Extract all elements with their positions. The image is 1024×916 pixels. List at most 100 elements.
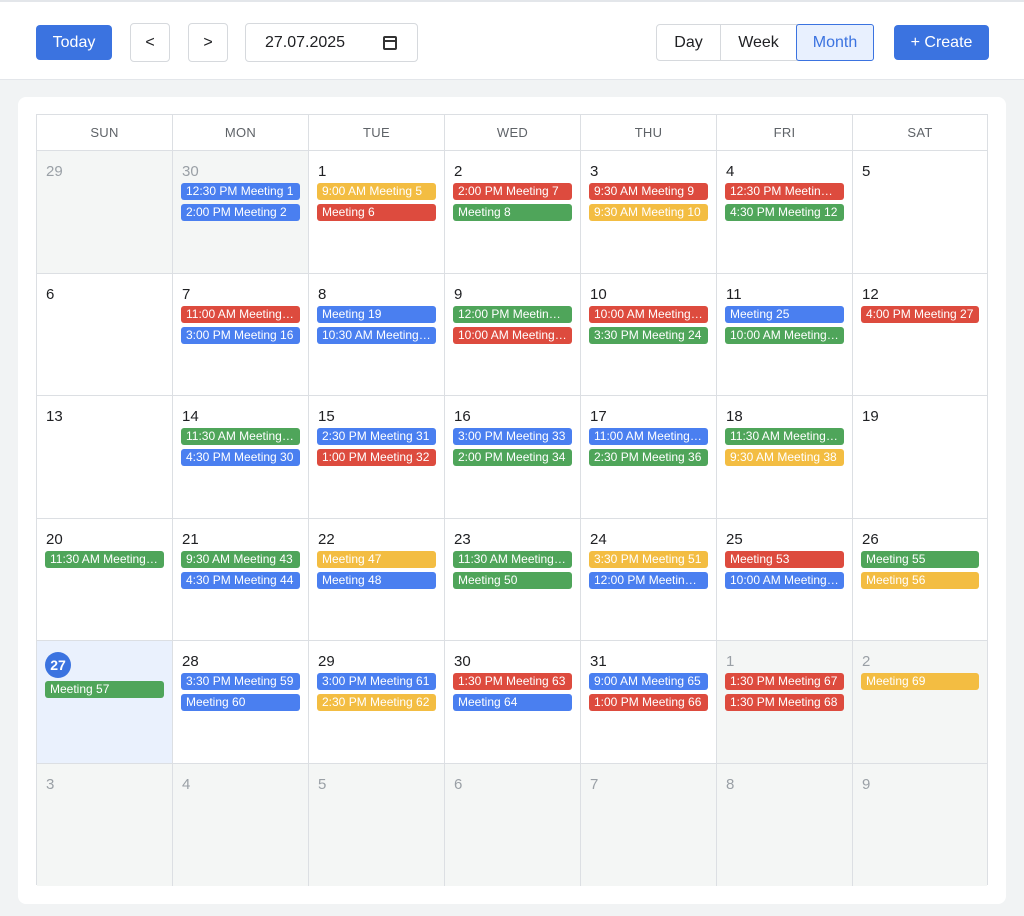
- day-cell[interactable]: 8 Meeting 19 10:30 AM Meeting 20: [309, 273, 445, 395]
- event-chip[interactable]: Meeting 50: [453, 571, 572, 589]
- event-chip[interactable]: 1:30 PM Meeting 63: [453, 673, 572, 690]
- day-cell[interactable]: 6: [445, 763, 581, 886]
- event-chip[interactable]: 1:30 PM Meeting 67: [725, 673, 844, 690]
- day-number[interactable]: 30: [182, 163, 199, 180]
- day-cell[interactable]: 20 11:30 AM Meeting 41: [37, 518, 173, 640]
- day-cell[interactable]: 6: [37, 273, 173, 395]
- day-number[interactable]: 8: [318, 286, 326, 303]
- day-cell[interactable]: 24 3:30 PM Meeting 51 12:00 PM Meeting 52: [581, 518, 717, 640]
- day-cell[interactable]: 12 4:00 PM Meeting 27: [853, 273, 987, 395]
- day-cell[interactable]: 23 11:30 AM Meeting 49 Meeting 50: [445, 518, 581, 640]
- event-chip[interactable]: 10:00 AM Meeting 26: [725, 326, 844, 344]
- event-chip[interactable]: 2:00 PM Meeting 34: [453, 449, 572, 466]
- view-week-button[interactable]: Week: [721, 25, 797, 60]
- day-number[interactable]: 29: [46, 163, 63, 180]
- previous-month-button[interactable]: <: [130, 23, 170, 62]
- event-chip[interactable]: Meeting 64: [453, 694, 572, 711]
- event-chip[interactable]: 4:30 PM Meeting 12: [725, 204, 844, 221]
- event-chip[interactable]: 11:30 AM Meeting 29: [181, 428, 300, 445]
- event-chip[interactable]: 4:30 PM Meeting 44: [181, 571, 300, 589]
- event-chip[interactable]: 10:30 AM Meeting 20: [317, 326, 436, 344]
- day-number[interactable]: 6: [46, 286, 54, 303]
- create-event-button[interactable]: + Create: [894, 25, 989, 60]
- event-chip[interactable]: Meeting 47: [317, 550, 436, 568]
- day-cell[interactable]: 2 2:00 PM Meeting 7 Meeting 8: [445, 151, 581, 273]
- event-chip[interactable]: Meeting 60: [181, 694, 300, 711]
- event-chip[interactable]: 11:30 AM Meeting 37: [725, 428, 844, 445]
- day-number[interactable]: 15: [318, 408, 335, 425]
- day-number[interactable]: 2: [862, 653, 870, 670]
- day-number[interactable]: 13: [46, 408, 63, 425]
- day-number[interactable]: 2: [454, 163, 462, 180]
- day-number[interactable]: 30: [454, 653, 471, 670]
- event-chip[interactable]: 10:00 AM Meeting 22: [453, 326, 572, 344]
- day-number[interactable]: 21: [182, 531, 199, 548]
- day-cell[interactable]: 26 Meeting 55 Meeting 56: [853, 518, 987, 640]
- day-cell[interactable]: 3: [37, 763, 173, 886]
- day-cell-today[interactable]: 27 Meeting 57: [37, 641, 173, 763]
- day-cell[interactable]: 17 11:00 AM Meeting 35 2:30 PM Meeting 36: [581, 396, 717, 518]
- day-cell[interactable]: 28 3:30 PM Meeting 59 Meeting 60: [173, 641, 309, 763]
- day-number[interactable]: 10: [590, 286, 607, 303]
- next-month-button[interactable]: >: [188, 23, 228, 62]
- day-cell[interactable]: 4: [173, 763, 309, 886]
- day-number[interactable]: 5: [862, 163, 870, 180]
- day-number[interactable]: 4: [726, 163, 734, 180]
- event-chip[interactable]: 11:30 AM Meeting 49: [453, 550, 572, 568]
- day-cell[interactable]: 8: [717, 763, 853, 886]
- event-chip[interactable]: Meeting 69: [861, 673, 979, 690]
- event-chip[interactable]: 9:30 AM Meeting 43: [181, 550, 300, 568]
- event-chip[interactable]: 11:00 AM Meeting 35: [589, 428, 708, 445]
- day-number[interactable]: 11: [726, 286, 742, 303]
- day-cell[interactable]: 14 11:30 AM Meeting 29 4:30 PM Meeting 30: [173, 396, 309, 518]
- day-cell[interactable]: 22 Meeting 47 Meeting 48: [309, 518, 445, 640]
- event-chip[interactable]: Meeting 25: [725, 305, 844, 323]
- day-cell[interactable]: 9: [853, 763, 987, 886]
- day-cell[interactable]: 5: [853, 151, 987, 273]
- event-chip[interactable]: 12:00 PM Meeting 21: [453, 305, 572, 323]
- event-chip[interactable]: 12:00 PM Meeting 52: [589, 571, 708, 589]
- day-cell[interactable]: 1 9:00 AM Meeting 5 Meeting 6: [309, 151, 445, 273]
- day-cell[interactable]: 4 12:30 PM Meeting 11 4:30 PM Meeting 12: [717, 151, 853, 273]
- event-chip[interactable]: 2:00 PM Meeting 2: [181, 204, 300, 221]
- day-cell[interactable]: 16 3:00 PM Meeting 33 2:00 PM Meeting 34: [445, 396, 581, 518]
- event-chip[interactable]: 10:00 AM Meeting 54: [725, 571, 844, 589]
- day-number[interactable]: 26: [862, 531, 879, 548]
- event-chip[interactable]: 10:00 AM Meeting 23: [589, 305, 708, 323]
- day-cell[interactable]: 1 1:30 PM Meeting 67 1:30 PM Meeting 68: [717, 641, 853, 763]
- day-number[interactable]: 31: [590, 653, 607, 670]
- day-cell[interactable]: 10 10:00 AM Meeting 23 3:30 PM Meeting 24: [581, 273, 717, 395]
- day-number[interactable]: 23: [454, 531, 471, 548]
- day-number[interactable]: 14: [182, 408, 199, 425]
- day-number[interactable]: 1: [726, 653, 734, 670]
- day-number[interactable]: 7: [182, 286, 190, 303]
- day-cell[interactable]: 13: [37, 396, 173, 518]
- day-cell[interactable]: 21 9:30 AM Meeting 43 4:30 PM Meeting 44: [173, 518, 309, 640]
- event-chip[interactable]: 4:00 PM Meeting 27: [861, 305, 979, 323]
- day-cell[interactable]: 3 9:30 AM Meeting 9 9:30 AM Meeting 10: [581, 151, 717, 273]
- event-chip[interactable]: 2:30 PM Meeting 31: [317, 428, 436, 445]
- date-picker-input[interactable]: 27.07.2025: [245, 23, 418, 62]
- event-chip[interactable]: 12:30 PM Meeting 1: [181, 183, 300, 200]
- event-chip[interactable]: 3:00 PM Meeting 33: [453, 428, 572, 445]
- today-date-badge[interactable]: 27: [45, 652, 71, 678]
- event-chip[interactable]: 3:00 PM Meeting 16: [181, 326, 300, 344]
- day-cell[interactable]: 29 3:00 PM Meeting 61 2:30 PM Meeting 62: [309, 641, 445, 763]
- calendar-icon[interactable]: [383, 36, 397, 50]
- day-number[interactable]: 17: [590, 408, 607, 425]
- event-chip[interactable]: 9:30 AM Meeting 10: [589, 204, 708, 221]
- day-number[interactable]: 22: [318, 531, 335, 548]
- today-button[interactable]: Today: [36, 25, 112, 60]
- event-chip[interactable]: 9:00 AM Meeting 65: [589, 673, 708, 690]
- event-chip[interactable]: 3:30 PM Meeting 51: [589, 550, 708, 568]
- day-cell[interactable]: 7: [581, 763, 717, 886]
- day-number[interactable]: 5: [318, 776, 326, 793]
- day-number[interactable]: 3: [590, 163, 598, 180]
- event-chip[interactable]: Meeting 55: [861, 550, 979, 568]
- day-cell[interactable]: 7 11:00 AM Meeting 15 3:00 PM Meeting 16: [173, 273, 309, 395]
- day-cell[interactable]: 25 Meeting 53 10:00 AM Meeting 54: [717, 518, 853, 640]
- event-chip[interactable]: 9:30 AM Meeting 9: [589, 183, 708, 200]
- day-cell[interactable]: 18 11:30 AM Meeting 37 9:30 AM Meeting 38: [717, 396, 853, 518]
- day-cell[interactable]: 30 1:30 PM Meeting 63 Meeting 64: [445, 641, 581, 763]
- day-number[interactable]: 24: [590, 531, 607, 548]
